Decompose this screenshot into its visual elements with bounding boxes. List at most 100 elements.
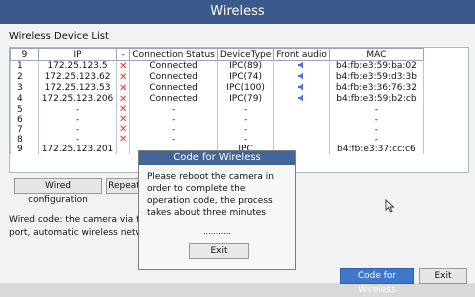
code-for-wireless-button[interactable]: Code for Wireless: [340, 268, 414, 295]
row-remove-mark: ✕: [115, 125, 131, 135]
row-ip: 172.25.123.62: [38, 72, 117, 83]
row-mac: b4:fb:e3:59:b2:cb: [328, 94, 424, 105]
table-row[interactable]: 2 172.25.123.62 ✕ Connected IPC(74) b4:fb:e3:…: [10, 72, 424, 83]
row-ip: -: [38, 115, 117, 125]
row-index: 2: [10, 72, 39, 83]
row-front-audio: [273, 105, 330, 115]
dialog-message: Please reboot the camera in order to com…: [147, 172, 274, 218]
row-index: 4: [10, 94, 39, 105]
row-remove-mark: ✕: [115, 115, 131, 125]
row-remove-mark: ✕: [115, 83, 131, 94]
row-remove-mark: ✕: [115, 60, 131, 72]
row-device-type: IPC(79): [216, 94, 275, 105]
row-remove-mark: ✕: [115, 72, 131, 83]
window-title: Wireless: [0, 0, 475, 24]
col-header-status[interactable]: Connection Status: [129, 48, 218, 61]
delete-x-icon[interactable]: ✕: [119, 105, 127, 115]
delete-x-icon[interactable]: ✕: [119, 135, 127, 145]
row-index: 3: [10, 83, 39, 94]
speaker-icon[interactable]: [297, 94, 306, 102]
row-ip: -: [38, 135, 117, 145]
delete-x-icon[interactable]: ✕: [119, 125, 127, 135]
device-table-body: 1 172.25.123.5 ✕ Connected IPC(89) b4:fb:e3:5…: [10, 60, 424, 154]
table-row[interactable]: 1 172.25.123.5 ✕ Connected IPC(89) b4:fb:e3:5…: [10, 60, 424, 72]
row-device-type: -: [216, 115, 275, 125]
row-ip: 172.25.123.53: [38, 83, 117, 94]
row-index: 6: [10, 115, 39, 125]
row-mac: -: [328, 115, 424, 125]
exit-button[interactable]: Exit: [419, 268, 467, 284]
row-front-audio: [273, 94, 330, 105]
table-row[interactable]: 4 172.25.123.206 ✕ Connected IPC(79) b4:fb:e3…: [10, 94, 424, 105]
row-connection-status: Connected: [129, 60, 218, 72]
speaker-icon[interactable]: [297, 83, 306, 91]
table-row[interactable]: 8- ✕ - - -: [10, 135, 424, 145]
row-ip: 172.25.123.5: [38, 60, 117, 72]
delete-x-icon[interactable]: ✕: [119, 72, 127, 83]
wired-configuration-button[interactable]: Wired configuration: [14, 178, 102, 205]
row-connection-status: -: [129, 105, 218, 115]
delete-x-icon[interactable]: ✕: [119, 83, 127, 94]
row-device-type: -: [216, 125, 275, 135]
speaker-icon[interactable]: [297, 72, 306, 80]
row-connection-status: Connected: [129, 94, 218, 105]
speaker-icon[interactable]: [297, 61, 306, 69]
table-row[interactable]: 5- ✕ - - -: [10, 105, 424, 115]
col-header-device-type[interactable]: DeviceType: [216, 48, 275, 61]
col-header-front-audio[interactable]: Front audio: [273, 48, 330, 61]
col-header-count[interactable]: 9: [10, 48, 39, 61]
col-header-ip[interactable]: IP: [38, 48, 117, 61]
row-mac: -: [328, 125, 424, 135]
col-header-mark[interactable]: -: [115, 48, 131, 61]
row-connection-status: Connected: [129, 83, 218, 94]
table-row[interactable]: 3 172.25.123.53 ✕ Connected IPC(100) b4:fb:e3…: [10, 83, 424, 94]
row-index: 7: [10, 125, 39, 135]
table-header-row: 9 IP - Connection Status DeviceType Fron…: [10, 48, 424, 61]
row-front-audio: [273, 83, 330, 94]
row-ip: -: [38, 105, 117, 115]
row-mac: -: [328, 105, 424, 115]
progress-dots: ...........: [203, 227, 231, 236]
row-remove-mark: ✕: [115, 135, 131, 145]
repeat-button[interactable]: Repeat: [106, 178, 142, 194]
row-ip: 172.25.123.201: [38, 145, 117, 154]
row-device-type: -: [216, 105, 275, 115]
dialog-title: Code for Wireless: [139, 151, 295, 165]
row-connection-status: Connected: [129, 72, 218, 83]
row-mac: -: [328, 135, 424, 145]
row-mac: b4:fb:e3:37:cc:c6: [328, 145, 424, 154]
col-header-mac[interactable]: MAC: [328, 48, 424, 61]
row-mac: b4:fb:e3:36:76:32: [328, 83, 424, 94]
mouse-cursor-icon: [385, 199, 395, 213]
row-ip: 172.25.123.206: [38, 94, 117, 105]
row-mac: b4:fb:e3:59:d3:3b: [328, 72, 424, 83]
row-remove-mark: ✕: [115, 105, 131, 115]
code-for-wireless-dialog: Code for Wireless Please reboot the came…: [138, 150, 296, 270]
row-device-type: IPC(100): [216, 83, 275, 94]
device-list-title: Wireless Device List: [9, 31, 109, 42]
row-device-type: -: [216, 135, 275, 145]
row-connection-status: -: [129, 135, 218, 145]
row-index: 8: [10, 135, 39, 145]
dialog-exit-button[interactable]: Exit: [189, 243, 249, 259]
delete-x-icon[interactable]: ✕: [119, 61, 127, 72]
row-remove-mark: [115, 145, 131, 154]
row-connection-status: -: [129, 115, 218, 125]
row-connection-status: -: [129, 125, 218, 135]
row-mac: b4:fb:e3:59:ba:02: [328, 60, 424, 72]
row-index: 1: [10, 60, 39, 72]
device-table: 9 IP - Connection Status DeviceType Fron…: [10, 48, 424, 154]
row-index: 9: [10, 145, 39, 154]
row-front-audio: [273, 125, 330, 135]
wireless-window: Wireless Wireless Device List 9 IP - Con…: [0, 0, 475, 295]
delete-x-icon[interactable]: ✕: [119, 94, 127, 105]
row-front-audio: [273, 115, 330, 125]
row-remove-mark: ✕: [115, 94, 131, 105]
table-row[interactable]: 7- ✕ - - -: [10, 125, 424, 135]
row-front-audio: [273, 60, 330, 72]
row-ip: -: [38, 125, 117, 135]
delete-x-icon[interactable]: ✕: [119, 115, 127, 125]
row-device-type: IPC(89): [216, 60, 275, 72]
table-row[interactable]: 6- ✕ - - -: [10, 115, 424, 125]
row-device-type: IPC(74): [216, 72, 275, 83]
